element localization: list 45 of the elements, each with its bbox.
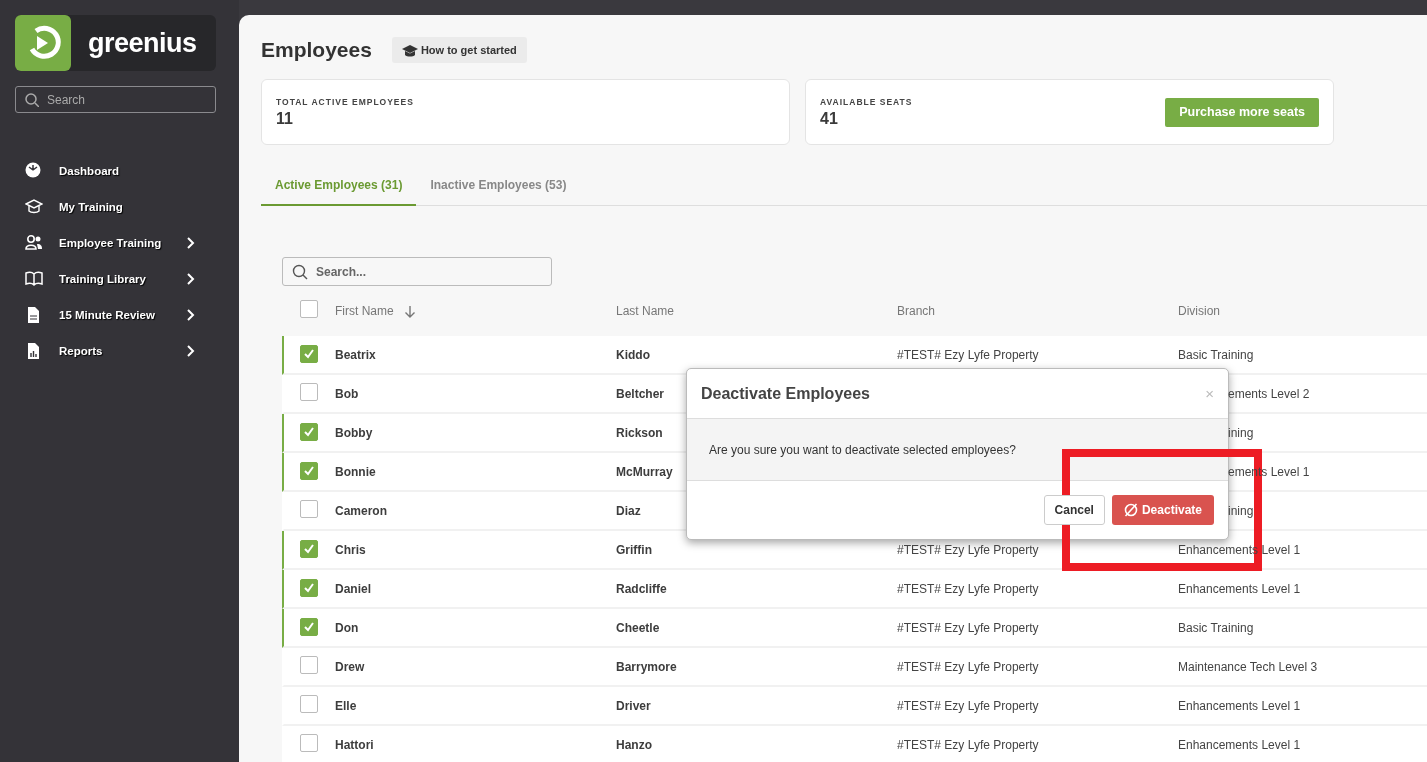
table-cell: ements Level 2 (1228, 386, 1310, 401)
table-cell: Diaz (616, 503, 641, 518)
table-cell: Drew (335, 659, 365, 674)
dialog-title: Deactivate Employees (701, 384, 870, 403)
table-cell: #TEST# Ezy Lyfe Property (897, 737, 1039, 752)
table-cell: #TEST# Ezy Lyfe Property (897, 620, 1039, 635)
table-cell: Rickson (616, 425, 663, 440)
stat-label: TOTAL ACTIVE EMPLOYEES (276, 96, 414, 107)
table-cell: #TEST# Ezy Lyfe Property (897, 581, 1039, 596)
table-cell: Elle (335, 698, 357, 713)
table-cell: Enhancements Level 1 (1178, 581, 1301, 596)
table-cell: Bob (335, 386, 359, 401)
table-cell: Chris (335, 542, 366, 557)
table-cell: #TEST# Ezy Lyfe Property (897, 659, 1039, 674)
table-cell: Cameron (335, 503, 387, 518)
table-cell: Bobby (335, 425, 373, 440)
table-cell: #TEST# Ezy Lyfe Property (897, 347, 1039, 362)
table-cell: Radcliffe (616, 581, 667, 596)
table-cell: Enhancements Level 1 (1178, 698, 1301, 713)
logo-text: greenius (88, 27, 197, 59)
table-cell: Hanzo (616, 737, 652, 752)
table-cell: Hattori (335, 737, 374, 752)
page-title: Employees (261, 38, 372, 62)
stat-value: 11 (276, 109, 294, 128)
table-cell: Basic Training (1178, 620, 1254, 635)
table-cell: Maintenance Tech Level 3 (1178, 659, 1318, 674)
table-cell: ining (1228, 425, 1254, 440)
table-cell: ining (1228, 503, 1254, 518)
table-cell: Beltcher (616, 386, 665, 401)
table-cell: Bonnie (335, 464, 376, 479)
table-cell: Daniel (335, 581, 371, 596)
table-cell: #TEST# Ezy Lyfe Property (897, 698, 1039, 713)
stat-value: 41 (820, 109, 839, 128)
stat-label: AVAILABLE SEATS (820, 96, 913, 107)
table-cell: Basic Training (1178, 347, 1254, 362)
table-cell: Driver (616, 698, 651, 713)
table-cell: McMurray (616, 464, 673, 479)
table-cell: Griffin (616, 542, 652, 557)
table-cell: Enhancements Level 1 (1178, 737, 1301, 752)
table-cell: Kiddo (616, 347, 650, 362)
table-cell: Barrymore (616, 659, 677, 674)
table-cell: Cheetle (616, 620, 660, 635)
table-cell: Beatrix (335, 347, 376, 362)
table-cell: #TEST# Ezy Lyfe Property (897, 542, 1039, 557)
table-cell: Don (335, 620, 359, 635)
